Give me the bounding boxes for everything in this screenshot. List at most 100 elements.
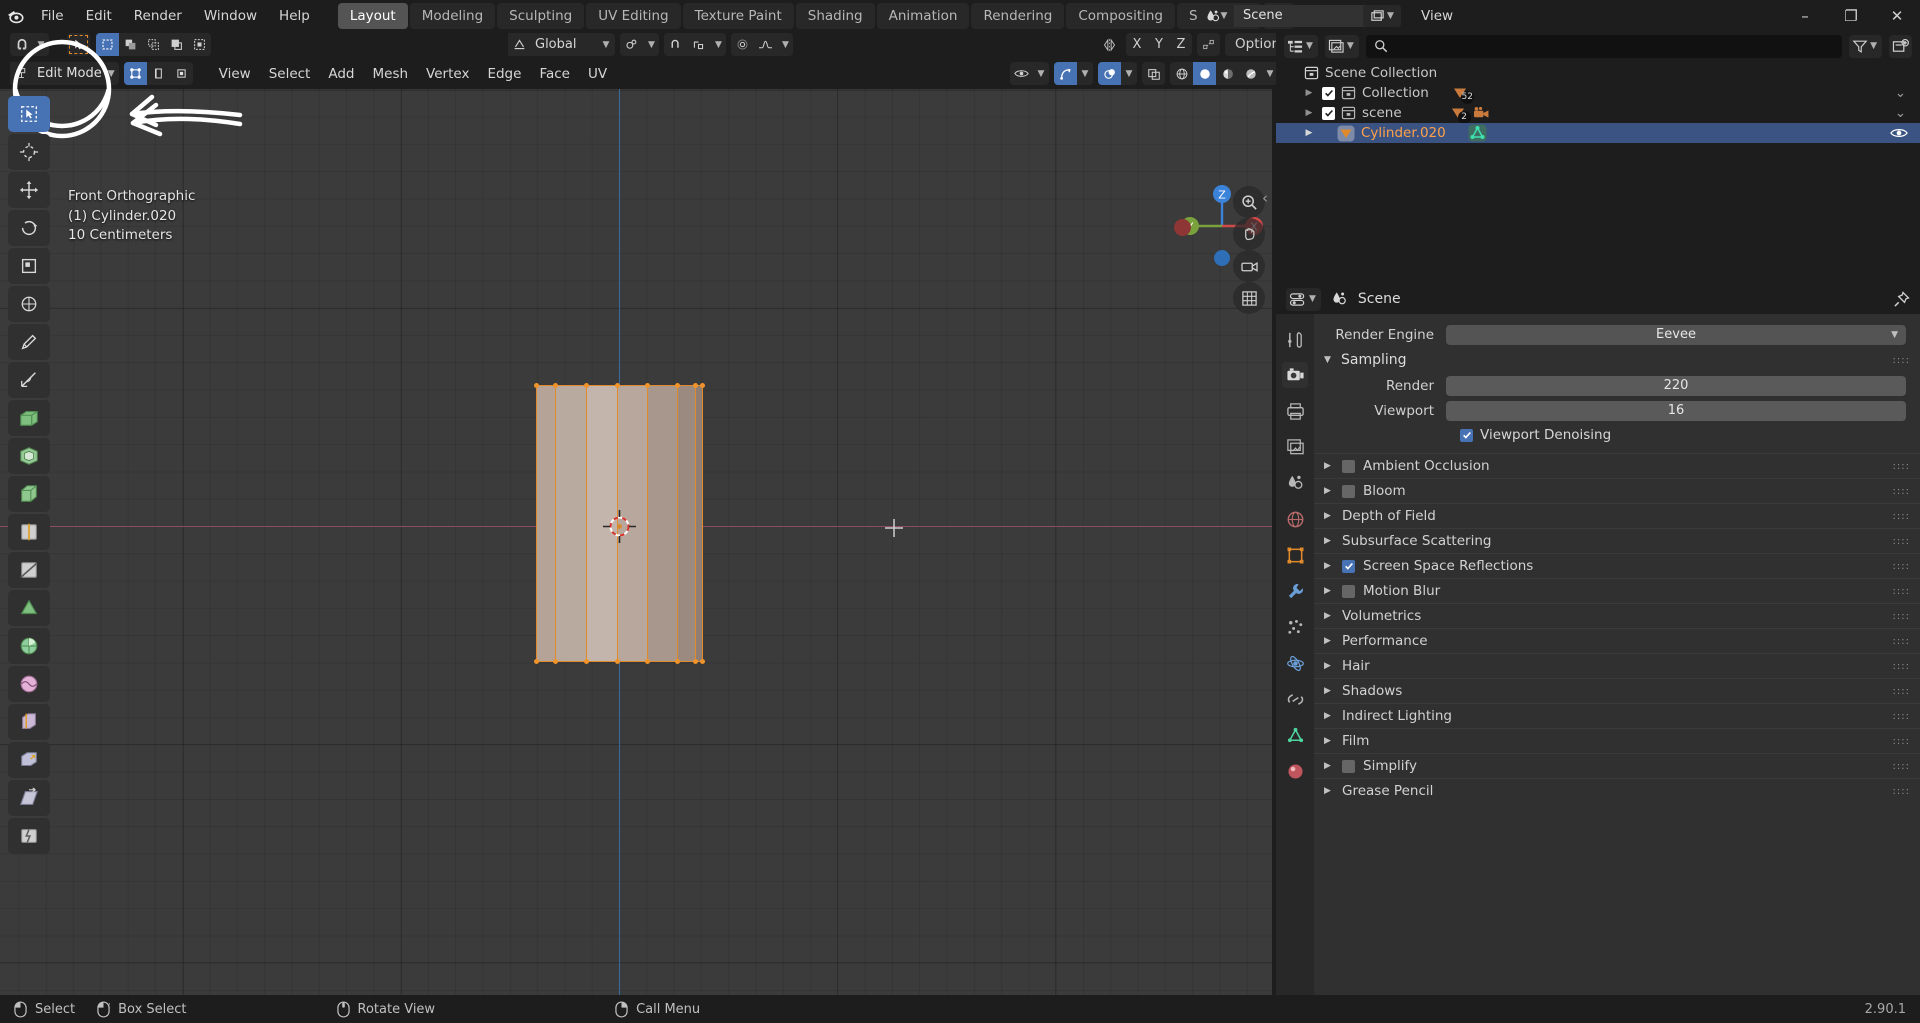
panel-motion-blur[interactable]: ▶ Motion Blur :::: — [1314, 578, 1920, 603]
menu-help[interactable]: Help — [268, 5, 321, 27]
panel-subsurface-scattering[interactable]: ▶ Subsurface Scattering :::: — [1314, 528, 1920, 553]
disclosure-triangle[interactable]: ▶ — [1324, 536, 1334, 546]
tool-move[interactable] — [8, 172, 50, 208]
simplify-checkbox[interactable] — [1342, 759, 1355, 773]
disclosure-triangle-down[interactable]: ▼ — [1324, 355, 1334, 365]
panel-shadows[interactable]: ▶ Shadows :::: — [1314, 678, 1920, 703]
panel-screen-space-reflections[interactable]: ▶ Screen Space Reflections :::: — [1314, 553, 1920, 578]
face-select-icon[interactable] — [169, 62, 193, 85]
panel-hair[interactable]: ▶ Hair :::: — [1314, 653, 1920, 678]
drag-grip-icon[interactable]: :::: — [1893, 686, 1910, 696]
chevron-down-icon[interactable]: ▼ — [643, 33, 660, 56]
menu-window[interactable]: Window — [193, 5, 268, 27]
drag-grip-icon[interactable]: :::: — [1893, 536, 1910, 546]
tab-modeling[interactable]: Modeling — [409, 2, 496, 29]
pivot-point-icon[interactable] — [620, 33, 644, 56]
tool-rip-region[interactable] — [8, 818, 50, 854]
tab-rendering[interactable]: Rendering — [971, 2, 1065, 29]
outliner-row-cylinder-020[interactable]: ▶ Cylinder.020 — [1276, 123, 1920, 143]
tab-sculpting[interactable]: Sculpting — [497, 2, 585, 29]
tool-scale[interactable] — [8, 248, 50, 284]
tool-annotate[interactable] — [8, 324, 50, 360]
scene-browse-icon[interactable]: ▼ — [1198, 5, 1234, 27]
eye-open-icon[interactable] — [1890, 126, 1920, 140]
mirror-z-button[interactable]: Z — [1170, 33, 1192, 56]
disclosure-triangle[interactable]: ▶ — [1324, 736, 1334, 746]
drag-grip-icon[interactable]: :::: — [1893, 736, 1910, 746]
window-maximize-button[interactable]: ❐ — [1828, 0, 1874, 31]
outliner-search-input[interactable] — [1365, 34, 1843, 58]
topology-mirror-icon[interactable] — [1197, 33, 1220, 56]
panel-depth-of-field[interactable]: ▶ Depth of Field :::: — [1314, 503, 1920, 528]
disclosure-triangle[interactable]: ▶ — [1302, 88, 1316, 98]
view-layer-properties-tab[interactable] — [1282, 434, 1308, 460]
select-invert-icon[interactable] — [165, 33, 188, 56]
disclosure-triangle[interactable]: ▶ — [1324, 786, 1334, 796]
bloom-checkbox[interactable] — [1342, 484, 1355, 498]
viewport-menu-add[interactable]: Add — [319, 63, 363, 85]
object-properties-tab[interactable] — [1282, 542, 1308, 568]
tab-compositing[interactable]: Compositing — [1066, 2, 1175, 29]
transform-orientation-selector[interactable]: Global ▼ — [508, 33, 616, 56]
drag-grip-icon[interactable]: :::: — [1893, 586, 1910, 596]
disclosure-triangle[interactable]: ▶ — [1324, 561, 1334, 571]
panel-film[interactable]: ▶ Film :::: — [1314, 728, 1920, 753]
particle-properties-tab[interactable] — [1282, 614, 1308, 640]
wireframe-shading-icon[interactable] — [1170, 62, 1193, 85]
pin-icon[interactable] — [1893, 290, 1910, 308]
chevron-down-icon[interactable]: ▼ — [1121, 62, 1137, 85]
chevron-down-icon[interactable]: ▼ — [1077, 62, 1093, 85]
disclosure-triangle[interactable]: ▶ — [1324, 486, 1334, 496]
vertex-select-icon[interactable] — [123, 62, 147, 85]
physics-properties-tab[interactable] — [1282, 650, 1308, 676]
panel-performance[interactable]: ▶ Performance :::: — [1314, 628, 1920, 653]
tool-inset-faces[interactable] — [8, 438, 50, 474]
magnet-icon[interactable] — [10, 33, 33, 56]
ambient-occlusion-checkbox[interactable] — [1342, 459, 1355, 473]
tool-poly-build[interactable] — [8, 590, 50, 626]
tab-layout[interactable]: Layout — [337, 2, 408, 29]
window-minimize-button[interactable]: – — [1782, 0, 1828, 31]
new-collection-icon[interactable] — [1889, 34, 1912, 58]
disclosure-triangle[interactable]: ▶ — [1324, 661, 1334, 671]
collapse-chevron-icon[interactable]: ⌄ — [1895, 105, 1920, 121]
tool-smooth[interactable] — [8, 666, 50, 702]
view-layer-icon[interactable]: ▼ — [1363, 5, 1401, 27]
chevron-down-icon[interactable]: ▼ — [777, 33, 794, 56]
disclosure-triangle[interactable]: ▶ — [1302, 108, 1316, 118]
chevron-down-icon[interactable]: ▼ — [33, 33, 49, 56]
panel-grease-pencil[interactable]: ▶ Grease Pencil :::: — [1314, 778, 1920, 803]
gizmo-icon[interactable] — [1054, 62, 1077, 85]
motion-blur-checkbox[interactable] — [1342, 584, 1355, 598]
disclosure-triangle[interactable]: ▶ — [1302, 128, 1316, 138]
chevron-down-icon[interactable]: ▼ — [710, 33, 727, 56]
screen-space-reflections-checkbox[interactable] — [1342, 559, 1355, 573]
zoom-icon[interactable] — [1233, 186, 1265, 218]
mirror-y-button[interactable]: Y — [1148, 33, 1170, 56]
render-properties-tab[interactable] — [1282, 362, 1308, 388]
tab-shading[interactable]: Shading — [795, 2, 875, 29]
tool-extrude-region[interactable] — [8, 400, 50, 436]
disclosure-triangle[interactable]: ▶ — [1324, 461, 1334, 471]
viewport-menu-view[interactable]: View — [210, 63, 260, 85]
scene-properties-tab[interactable] — [1282, 470, 1308, 496]
mirror-icon[interactable] — [1098, 33, 1121, 56]
panel-bloom[interactable]: ▶ Bloom :::: — [1314, 478, 1920, 503]
disclosure-triangle[interactable]: ▶ — [1324, 611, 1334, 621]
tool-spin[interactable] — [8, 628, 50, 664]
scene-data-icon[interactable]: ▼ — [1324, 34, 1359, 58]
world-properties-tab[interactable] — [1282, 506, 1308, 532]
drag-grip-icon[interactable]: :::: — [1893, 511, 1910, 521]
overlays-icon[interactable] — [1098, 62, 1121, 85]
outliner-row-scene-collection[interactable]: Scene Collection — [1276, 63, 1920, 83]
mode-selector[interactable]: Edit Mode ▼ — [10, 62, 119, 85]
material-shading-icon[interactable] — [1216, 62, 1239, 85]
drag-grip-icon[interactable]: :::: — [1893, 486, 1910, 496]
magnet-icon[interactable] — [664, 33, 688, 56]
drag-grip-icon[interactable]: :::: — [1893, 611, 1910, 621]
data-properties-tab[interactable] — [1282, 722, 1308, 748]
snap-target-icon[interactable] — [687, 33, 711, 56]
scene-name-field[interactable]: Scene — [1234, 5, 1374, 27]
tool-transform[interactable] — [8, 286, 50, 322]
tool-knife[interactable] — [8, 552, 50, 588]
